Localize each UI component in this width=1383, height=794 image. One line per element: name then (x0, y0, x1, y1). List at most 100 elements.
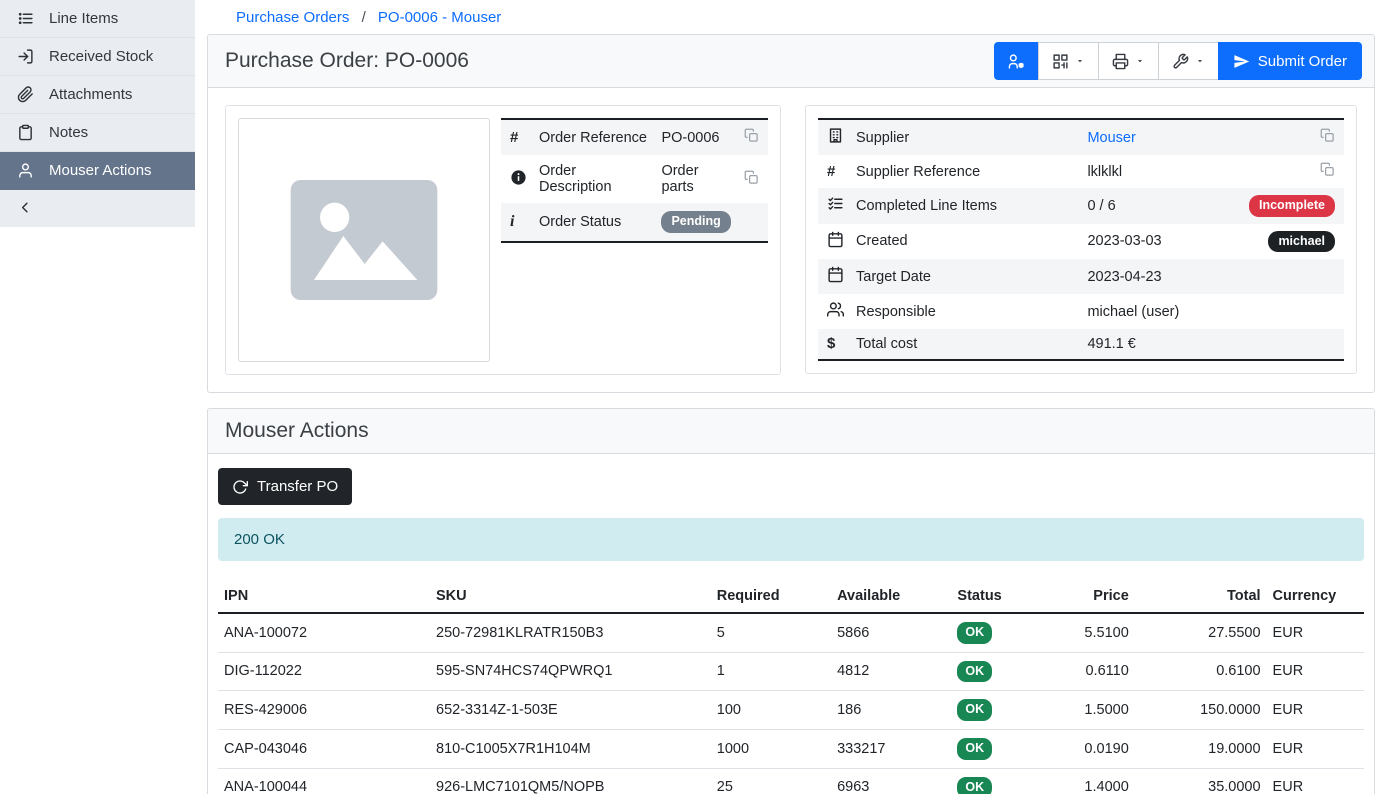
column-header-currency[interactable]: Currency (1267, 580, 1364, 613)
submit-order-button[interactable]: Submit Order (1218, 42, 1362, 80)
detail-value: 0 / 6 (1087, 198, 1115, 214)
status-ok-badge: OK (957, 777, 992, 794)
users-icon (827, 301, 844, 318)
supplier-link[interactable]: Mouser (1087, 130, 1135, 146)
cell-sku: 810-C1005X7R1H104M (430, 729, 711, 768)
detail-value: PO-0006 (661, 130, 719, 146)
detail-label: Responsible (850, 294, 1081, 329)
mouser-table-header-row: IPNSKURequiredAvailableStatusPriceTotalC… (218, 580, 1364, 613)
detail-label: Order Reference (533, 119, 655, 155)
sidebar-item-attachments[interactable]: Attachments (0, 76, 195, 114)
mouser-table-body: ANA-100072250-72981KLRATR150B355866OK5.5… (218, 613, 1364, 794)
incomplete-badge: Incomplete (1249, 195, 1335, 217)
sidebar-item-notes[interactable]: Notes (0, 114, 195, 152)
cell-sku: 250-72981KLRATR150B3 (430, 613, 711, 652)
cell-required: 25 (711, 768, 831, 794)
caret-icon (1197, 56, 1205, 66)
cell-ipn: DIG-112022 (218, 652, 430, 691)
purchase-order-panel: Purchase Order: PO-0006 Submit Order #Or… (207, 34, 1375, 393)
column-header-required[interactable]: Required (711, 580, 831, 613)
sidebar-item-received-stock[interactable]: Received Stock (0, 38, 195, 76)
column-header-total[interactable]: Total (1135, 580, 1267, 613)
barcode-actions-button[interactable] (1038, 42, 1099, 80)
copy-icon[interactable] (744, 170, 759, 185)
detail-row-target-date: Target Date2023-04-23 (818, 259, 1344, 294)
mouser-actions-panel: Mouser Actions Transfer PO 200 OK IPNSKU… (207, 408, 1375, 794)
detail-row-total-cost: $Total cost491.1 € (818, 329, 1344, 360)
chevron-left-icon (16, 199, 35, 216)
mouser-table-row: DIG-112022595-SN74HCS74QPWRQ114812OK0.61… (218, 652, 1364, 691)
cell-price: 0.0190 (1060, 729, 1134, 768)
order-status-badge: Pending (661, 211, 730, 233)
caret-icon (1137, 56, 1145, 66)
detail-row-order-status: iOrder StatusPending (501, 203, 768, 242)
calendar-icon (827, 266, 844, 283)
cell-currency: EUR (1267, 768, 1364, 794)
detail-label: Order Description (533, 155, 655, 203)
breadcrumb-link-current-order[interactable]: PO-0006 - Mouser (378, 9, 501, 26)
sidebar-item-label: Line Items (49, 10, 118, 27)
order-actions-button[interactable] (1158, 42, 1219, 80)
transfer-po-label: Transfer PO (257, 478, 338, 495)
usershield-icon (1008, 53, 1025, 70)
copy-icon[interactable] (744, 128, 759, 143)
copy-icon[interactable] (1320, 128, 1335, 143)
column-header-ipn[interactable]: IPN (218, 580, 430, 613)
sidebar-collapse-button[interactable] (0, 190, 195, 227)
user-roles-button[interactable] (994, 42, 1039, 80)
cell-required: 100 (711, 691, 831, 730)
sidebar-item-line-items[interactable]: Line Items (0, 0, 195, 38)
detail-value: lklklkl (1087, 164, 1122, 180)
status-ok-badge: OK (957, 661, 992, 683)
detail-label: Order Status (533, 203, 655, 242)
cell-status: OK (951, 613, 1060, 652)
cell-price: 5.5100 (1060, 613, 1134, 652)
detail-row-created: Created2023-03-03michael (818, 224, 1344, 260)
order-details-body: # Order Reference PO-0006 Order Description… (501, 119, 768, 242)
column-header-price[interactable]: Price (1060, 580, 1134, 613)
print-actions-button[interactable] (1098, 42, 1159, 80)
column-header-available[interactable]: Available (831, 580, 951, 613)
cell-currency: EUR (1267, 652, 1364, 691)
hash-icon: # (510, 130, 518, 145)
dollar-icon: $ (827, 336, 835, 351)
order-summary-card: # Order Reference PO-0006 Order Description… (225, 105, 781, 375)
copy-icon[interactable] (1320, 162, 1335, 177)
mouser-actions-panel-header: Mouser Actions (208, 409, 1374, 454)
mouser-table: IPNSKURequiredAvailableStatusPriceTotalC… (218, 580, 1364, 794)
sidebar-item-label: Received Stock (49, 48, 153, 65)
detail-row-order-reference: # Order Reference PO-0006 (501, 119, 768, 155)
breadcrumb-link-purchase-orders[interactable]: Purchase Orders (236, 9, 349, 26)
sidebar-item-label: Mouser Actions (49, 162, 152, 179)
cell-available: 333217 (831, 729, 951, 768)
cell-total: 150.0000 (1135, 691, 1267, 730)
cell-sku: 652-3314Z-1-503E (430, 691, 711, 730)
column-header-sku[interactable]: SKU (430, 580, 711, 613)
cell-price: 1.5000 (1060, 691, 1134, 730)
order-details-table: # Order Reference PO-0006 Order Description… (501, 118, 768, 243)
infocircle-icon (510, 169, 527, 186)
listcheck-icon (827, 195, 844, 212)
cell-available: 4812 (831, 652, 951, 691)
printer-icon (1112, 53, 1129, 70)
cell-ipn: ANA-100044 (218, 768, 430, 794)
transfer-po-button[interactable]: Transfer PO (218, 468, 352, 505)
cell-price: 0.6110 (1060, 652, 1134, 691)
sidebar-item-mouser-actions[interactable]: Mouser Actions (0, 152, 195, 190)
column-header-status[interactable]: Status (951, 580, 1060, 613)
cell-total: 19.0000 (1135, 729, 1267, 768)
detail-value: michael (user) (1087, 304, 1179, 320)
part-thumbnail[interactable] (238, 118, 490, 362)
mouser-table-row: RES-429006652-3314Z-1-503E100186OK1.5000… (218, 691, 1364, 730)
cell-status: OK (951, 729, 1060, 768)
cell-ipn: ANA-100072 (218, 613, 430, 652)
cell-price: 1.4000 (1060, 768, 1134, 794)
cell-currency: EUR (1267, 613, 1364, 652)
detail-label: Target Date (850, 259, 1081, 294)
user-icon (16, 162, 35, 179)
cell-sku: 595-SN74HCS74QPWRQ1 (430, 652, 711, 691)
sidebar: Line Items Received Stock AttachmentsNotes… (0, 0, 195, 794)
mouser-actions-body: Transfer PO 200 OK IPNSKURequiredAvailab… (208, 454, 1374, 794)
sidebar-list: Line Items Received Stock AttachmentsNotes… (0, 0, 195, 190)
cell-total: 35.0000 (1135, 768, 1267, 794)
